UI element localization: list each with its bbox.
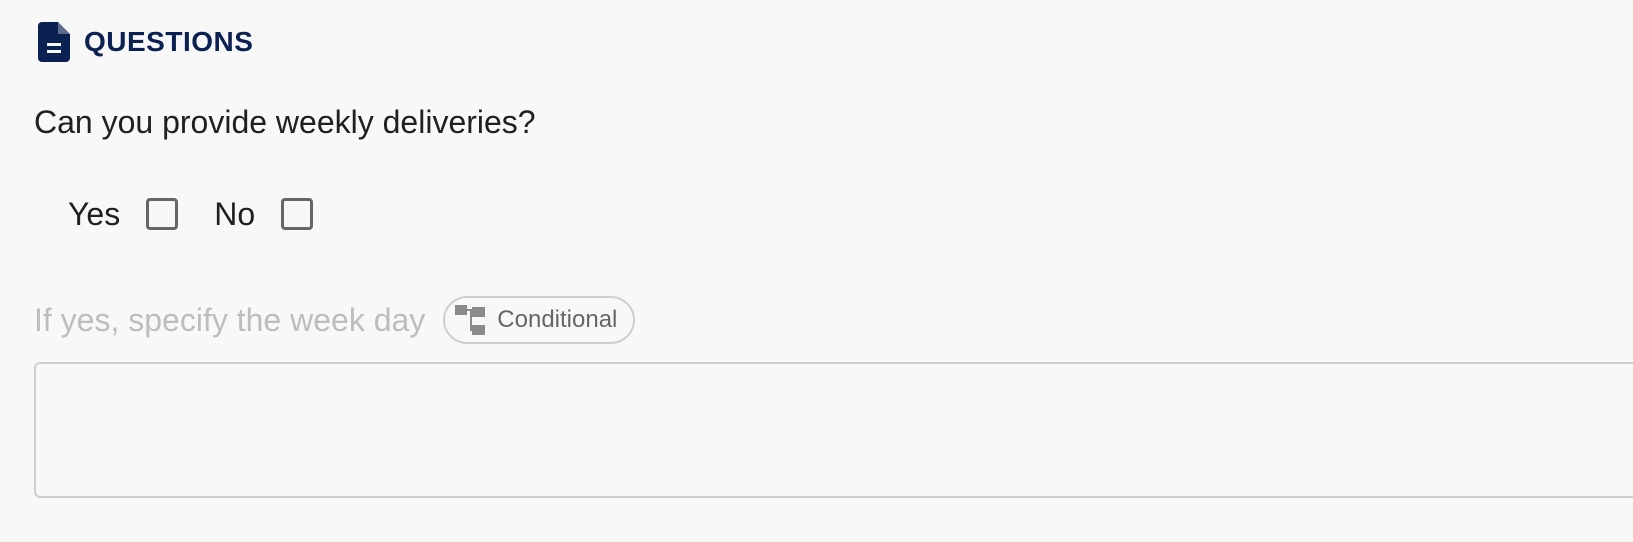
section-title: QUESTIONS [84, 26, 254, 57]
conditional-question-row: If yes, specify the week day Conditional [34, 294, 636, 346]
branch-icon [455, 305, 486, 335]
option-yes: Yes [68, 195, 179, 233]
questions-page: QUESTIONS Can you provide weekly deliver… [0, 0, 1633, 542]
yes-checkbox[interactable] [146, 198, 179, 230]
answer-options: Yes No [68, 192, 349, 236]
option-yes-label: Yes [68, 195, 121, 232]
conditional-badge-label: Conditional [497, 306, 618, 333]
conditional-badge: Conditional [443, 296, 636, 344]
no-checkbox[interactable] [281, 198, 314, 230]
conditional-question-text: If yes, specify the week day [34, 301, 426, 338]
weekday-answer-field[interactable] [34, 362, 1633, 498]
document-icon [38, 22, 70, 62]
option-no-label: No [214, 195, 256, 232]
question-text: Can you provide weekly deliveries? [34, 104, 536, 140]
section-header: QUESTIONS [38, 22, 253, 62]
option-no: No [214, 195, 314, 233]
